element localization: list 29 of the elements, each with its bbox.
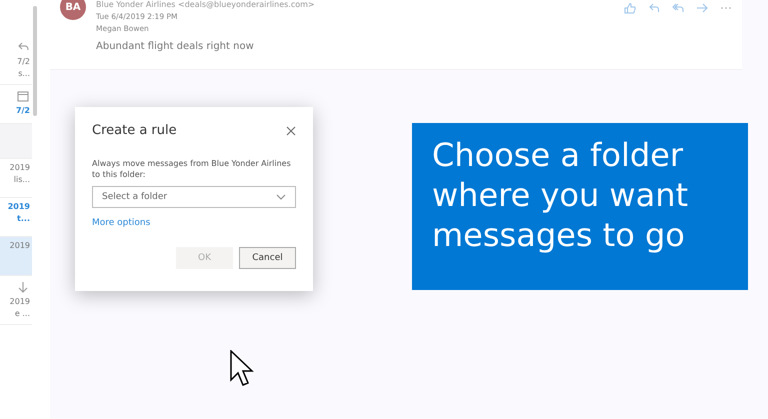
message-preview: s... [18, 69, 30, 78]
forward-icon[interactable] [696, 2, 708, 14]
dialog-button[interactable]: Cancel [239, 247, 296, 269]
folder-dropdown[interactable]: Select a folder [92, 186, 296, 208]
message-preview: lis... [14, 175, 30, 184]
message-preview: e ... [14, 309, 30, 318]
message-list-item[interactable]: 2019 [0, 237, 32, 276]
message-preview: t... [17, 214, 30, 223]
message-date: 7/2 [17, 57, 30, 66]
dialog-message: Always move messages from Blue Yonder Airlines to this folder: [92, 158, 292, 180]
down-arrow-icon [16, 280, 30, 294]
more-options-link[interactable]: More options [92, 218, 150, 228]
callout-caption: Choose a folder where you want messages to go [412, 123, 748, 290]
avatar: BA [60, 0, 86, 20]
thumbs-up-icon[interactable] [624, 2, 636, 14]
message-date: 2019 [10, 297, 30, 306]
reply-all-icon[interactable] [672, 2, 684, 14]
message-date: 2019 [10, 163, 30, 172]
message-date: 2019 [10, 241, 30, 250]
close-icon[interactable] [286, 126, 296, 136]
message-date: 7/2 [16, 106, 30, 115]
message-date: 2019 [8, 202, 30, 211]
calendar-icon [16, 89, 30, 103]
chevron-down-icon [276, 194, 286, 200]
dialog-title: Create a rule [92, 123, 177, 138]
reply-icon[interactable] [648, 2, 660, 14]
email-body: Abundant flight deals right now [96, 41, 255, 52]
sender: Blue Yonder Airlines <deals@blueyonderairlines.com> [96, 1, 316, 9]
scrollbar-thumb[interactable] [33, 6, 37, 116]
